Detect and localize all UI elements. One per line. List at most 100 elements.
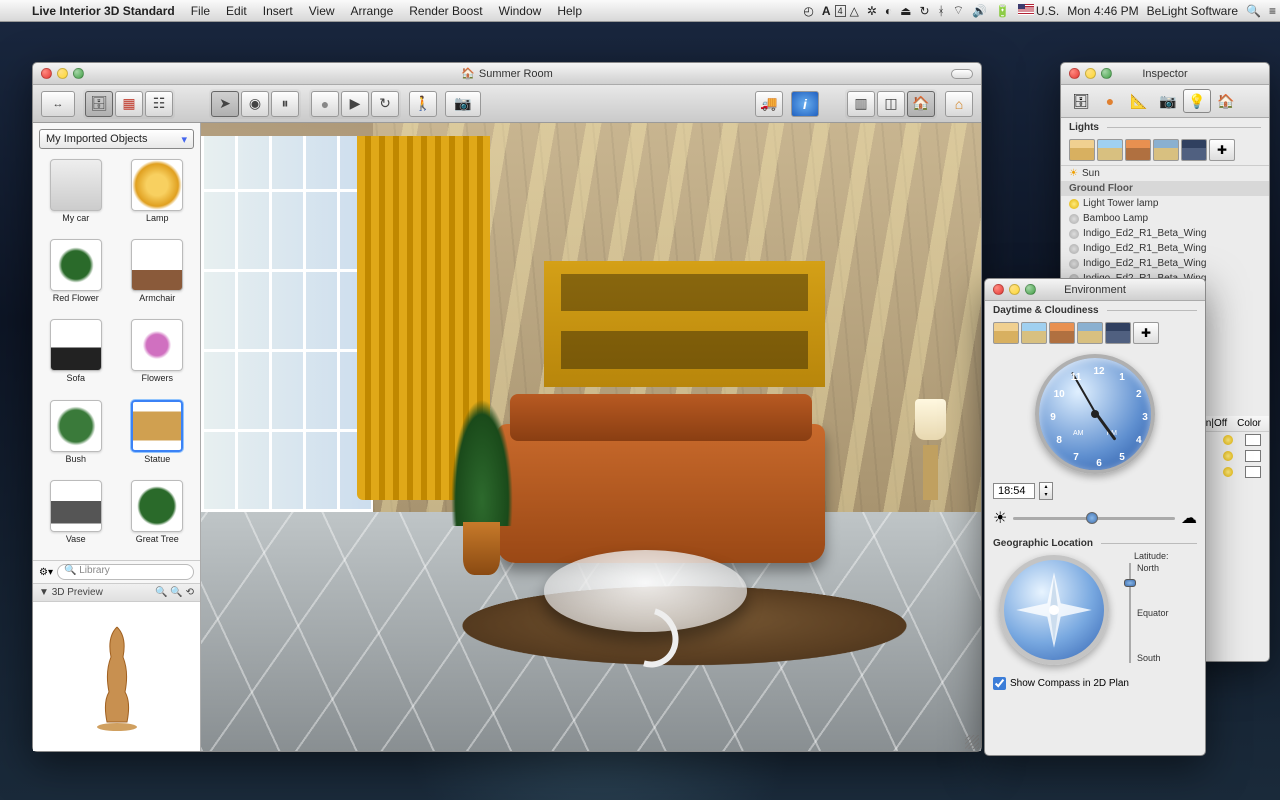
preset-sunset[interactable]: [1049, 322, 1075, 344]
light-row[interactable]: Bamboo Lamp: [1061, 211, 1269, 226]
walk-button[interactable]: 🚶: [409, 91, 437, 117]
status-volume-icon[interactable]: 🔊: [968, 4, 991, 18]
library-category-select[interactable]: My Imported Objects ▾: [39, 129, 194, 149]
snapshot-button[interactable]: 📷: [445, 91, 481, 117]
color-swatch[interactable]: [1245, 466, 1261, 478]
tab-lights-icon[interactable]: 💡: [1183, 89, 1211, 113]
menu-edit[interactable]: Edit: [218, 4, 255, 18]
panel-tree-button[interactable]: ☷: [145, 91, 173, 117]
zoom-button[interactable]: [1101, 68, 1112, 79]
tool-orbit-button[interactable]: ◉: [241, 91, 269, 117]
menubar-company[interactable]: BeLight Software: [1143, 4, 1242, 18]
close-button[interactable]: [993, 284, 1004, 295]
status-adobe-icon[interactable]: A: [818, 4, 835, 18]
library-search-input[interactable]: 🔍 Library: [57, 564, 194, 580]
preview-3d-area[interactable]: [33, 601, 200, 751]
zoom-button[interactable]: [73, 68, 84, 79]
library-item[interactable]: Bush: [37, 400, 115, 476]
minimize-button[interactable]: [1009, 284, 1020, 295]
menu-view[interactable]: View: [301, 4, 343, 18]
preset-noon[interactable]: [1021, 322, 1047, 344]
menu-window[interactable]: Window: [491, 4, 550, 18]
tab-materials-icon[interactable]: ●: [1096, 89, 1124, 113]
light-sun-row[interactable]: ☀Sun: [1061, 166, 1269, 181]
latitude-slider[interactable]: [1123, 563, 1137, 663]
preset-night[interactable]: [1181, 139, 1207, 161]
view-2d-button[interactable]: ▥: [847, 91, 875, 117]
trimble-button[interactable]: 🚚: [755, 91, 783, 117]
color-swatch[interactable]: [1245, 450, 1261, 462]
status-timemachine-icon[interactable]: ↻: [915, 4, 933, 18]
time-stepper[interactable]: ▴▾: [1039, 482, 1053, 500]
tab-furniture-icon[interactable]: 🗄: [1067, 89, 1095, 113]
status-bluetooth-icon[interactable]: ᚼ: [934, 4, 949, 18]
preset-add-button[interactable]: ✚: [1133, 322, 1159, 344]
notification-center-icon[interactable]: ≡: [1265, 4, 1280, 18]
status-display-icon[interactable]: ◐: [881, 4, 896, 18]
compass-control[interactable]: [999, 555, 1109, 665]
panel-library-button[interactable]: 🗄: [85, 91, 113, 117]
spotlight-icon[interactable]: 🔍: [1242, 4, 1265, 18]
app-menu[interactable]: Live Interior 3D Standard: [24, 4, 183, 18]
preset-add-button[interactable]: ✚: [1209, 139, 1235, 161]
library-item[interactable]: Sofa: [37, 319, 115, 395]
close-button[interactable]: [41, 68, 52, 79]
show-compass-check[interactable]: Show Compass in 2D Plan: [985, 673, 1205, 694]
preview-header[interactable]: ▼ 3D Preview 🔍 🔍 ⟲: [33, 583, 200, 601]
menubar-clock[interactable]: Mon 4:46 PM: [1063, 4, 1142, 18]
zoom-button[interactable]: [1025, 284, 1036, 295]
library-item[interactable]: Lamp: [119, 159, 197, 235]
light-row[interactable]: Light Tower lamp: [1061, 196, 1269, 211]
loop-button[interactable]: ↻: [371, 91, 399, 117]
viewport-3d[interactable]: [201, 123, 981, 751]
status-locale[interactable]: U.S.: [1014, 4, 1063, 18]
play-button[interactable]: ▶: [341, 91, 369, 117]
preset-dusk[interactable]: [1077, 322, 1103, 344]
status-eject-icon[interactable]: ⏏: [896, 4, 915, 18]
library-item[interactable]: Statue: [119, 400, 197, 476]
traffic-lights[interactable]: [33, 68, 92, 79]
tool-arrow-button[interactable]: ➤: [211, 91, 239, 117]
library-item[interactable]: Red Flower: [37, 239, 115, 315]
preset-night[interactable]: [1105, 322, 1131, 344]
light-row[interactable]: Indigo_Ed2_R1_Beta_Wing: [1061, 241, 1269, 256]
library-item[interactable]: My car: [37, 159, 115, 235]
toolbar-toggle[interactable]: [951, 69, 973, 79]
back-forward-button[interactable]: ↔: [41, 91, 75, 117]
cloudiness-slider[interactable]: [1013, 517, 1175, 520]
daytime-clock[interactable]: AM PM 121234567891011: [1035, 354, 1155, 474]
main-titlebar[interactable]: 🏠 Summer Room: [33, 63, 981, 85]
preview-zoom-controls[interactable]: 🔍 🔍 ⟲: [155, 587, 194, 598]
status-drive-icon[interactable]: △: [846, 4, 863, 18]
panel-materials-button[interactable]: ▦: [115, 91, 143, 117]
gear-icon[interactable]: ⚙▾: [39, 567, 53, 578]
tool-pan-button[interactable]: ⏸: [271, 91, 299, 117]
library-item[interactable]: Great Tree: [119, 480, 197, 556]
minimize-button[interactable]: [57, 68, 68, 79]
menu-file[interactable]: File: [183, 4, 218, 18]
library-item[interactable]: Armchair: [119, 239, 197, 315]
status-icon[interactable]: ◴: [799, 4, 817, 18]
info-button[interactable]: i: [791, 91, 819, 117]
environment-titlebar[interactable]: Environment: [985, 279, 1205, 301]
inspector-titlebar[interactable]: Inspector: [1061, 63, 1269, 85]
library-item[interactable]: Vase: [37, 480, 115, 556]
tab-camera-icon[interactable]: 📷: [1154, 89, 1182, 113]
preset-dusk[interactable]: [1153, 139, 1179, 161]
view-3d-button[interactable]: 🏠: [907, 91, 935, 117]
view-split-button[interactable]: ◫: [877, 91, 905, 117]
menu-render-boost[interactable]: Render Boost: [401, 4, 490, 18]
status-wifi-icon[interactable]: ⌔: [949, 3, 968, 18]
preset-morning[interactable]: [993, 322, 1019, 344]
color-swatch[interactable]: [1245, 434, 1261, 446]
status-battery-icon[interactable]: 🔋: [991, 4, 1014, 18]
status-num-icon[interactable]: 4: [835, 5, 846, 17]
light-row[interactable]: Indigo_Ed2_R1_Beta_Wing: [1061, 256, 1269, 271]
preset-noon[interactable]: [1097, 139, 1123, 161]
menu-insert[interactable]: Insert: [255, 4, 301, 18]
status-sync-icon[interactable]: ✲: [863, 4, 881, 18]
preset-morning[interactable]: [1069, 139, 1095, 161]
library-item[interactable]: Flowers: [119, 319, 197, 395]
time-input[interactable]: [993, 483, 1035, 499]
home-button[interactable]: ⌂: [945, 91, 973, 117]
